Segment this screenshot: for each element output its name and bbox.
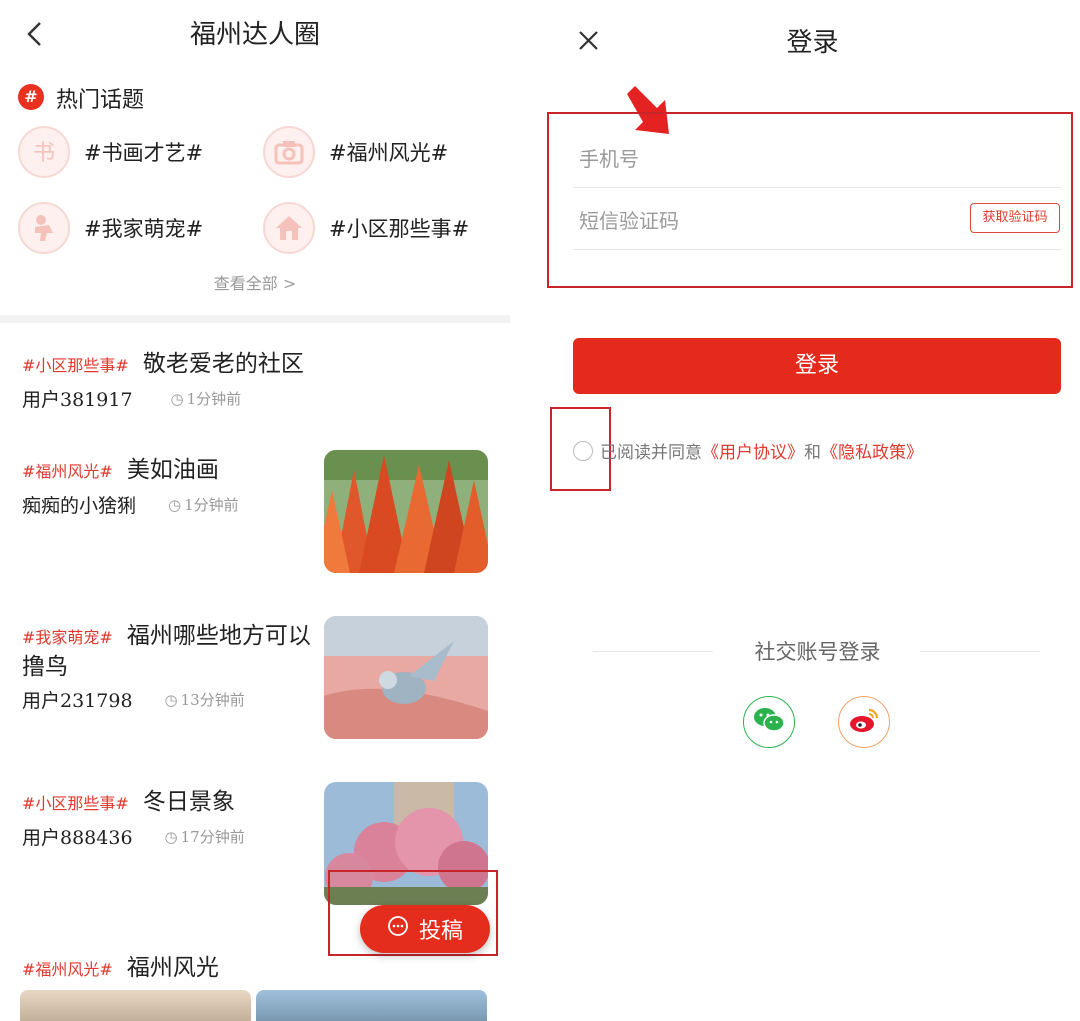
post-time: ◷ 17分钟前 — [164, 827, 245, 847]
topic-scenery[interactable]: #福州风光# — [263, 126, 448, 178]
user-agreement-link[interactable]: 《用户协议》 — [702, 443, 804, 463]
post-time: ◷ 1分钟前 — [170, 389, 242, 409]
wechat-icon — [752, 705, 786, 739]
post-title: 冬日景象 — [142, 789, 235, 815]
get-code-button[interactable]: 获取验证码 — [970, 203, 1060, 233]
topic-label: #小区那些事# — [329, 217, 470, 241]
phone-input[interactable]: 手机号 — [579, 143, 639, 172]
post-title-continued: 撸鸟 — [22, 654, 68, 680]
calligraphy-icon: 书 — [18, 126, 70, 178]
page-title: 福州达人圈 — [189, 20, 320, 50]
post-image[interactable] — [256, 990, 487, 1021]
divider — [573, 187, 1061, 188]
post-image[interactable] — [20, 990, 251, 1021]
topic-neighborhood[interactable]: #小区那些事# — [263, 202, 469, 254]
post-title: 美如油画 — [126, 457, 219, 483]
post-thumbnail-forest[interactable] — [324, 450, 488, 573]
page-title: 登录 — [786, 28, 839, 58]
topic-label: #福州风光# — [329, 141, 449, 165]
post-tag[interactable]: #福州风光# — [22, 956, 113, 980]
post-thumbnail-bird[interactable] — [324, 616, 488, 739]
topic-pets[interactable]: #我家萌宠# — [18, 202, 203, 254]
chat-icon — [387, 915, 409, 943]
hot-topic-icon: # — [18, 84, 44, 110]
post-title: 福州风光 — [126, 955, 219, 981]
list-item[interactable]: #我家萌宠# 福州哪些地方可以 — [22, 616, 311, 650]
post-tag[interactable]: #小区那些事# — [22, 790, 129, 814]
post-meta: 用户381917 ◷ 1分钟前 — [22, 385, 241, 412]
clock-icon: ◷ — [168, 495, 182, 514]
post-tag[interactable]: #小区那些事# — [22, 352, 129, 376]
post-author: 痴痴的小猞猁 — [22, 495, 137, 517]
list-item[interactable]: #小区那些事# 敬老爱老的社区 — [22, 344, 304, 378]
hot-topics-heading: 热门话题 — [56, 88, 145, 113]
post-author: 用户381917 — [22, 389, 133, 411]
pet-icon — [18, 202, 70, 254]
agreement-and: 和 — [804, 443, 821, 463]
submit-post-label: 投稿 — [418, 919, 463, 944]
clock-icon: ◷ — [170, 389, 184, 408]
post-author: 用户888436 — [22, 827, 133, 849]
privacy-policy-link[interactable]: 《隐私政策》 — [821, 443, 923, 463]
list-item[interactable]: #福州风光# 福州风光 — [22, 948, 219, 982]
login-screen: 登录 手机号 短信验证码 获取验证码 登录 已阅读并同意《用户协议》和《隐私政策… — [545, 0, 1080, 1021]
login-button[interactable]: 登录 — [573, 338, 1061, 394]
weibo-login-button[interactable] — [838, 696, 890, 748]
svg-text:书: 书 — [33, 141, 55, 166]
post-author: 用户231798 — [22, 690, 133, 712]
post-meta: 痴痴的小猞猁 ◷ 1分钟前 — [22, 491, 239, 518]
agreement-text: 已阅读并同意《用户协议》和《隐私政策》 — [600, 438, 923, 463]
divider — [573, 249, 1061, 250]
clock-icon: ◷ — [164, 690, 178, 709]
post-time: ◷ 1分钟前 — [168, 495, 239, 515]
submit-post-button[interactable]: 投稿 — [360, 905, 490, 953]
topic-calligraphy[interactable]: 书 #书画才艺# — [18, 126, 203, 178]
list-item[interactable]: #福州风光# 美如油画 — [22, 450, 219, 484]
topic-label: #我家萌宠# — [84, 217, 204, 241]
post-title: 福州哪些地方可以 — [126, 623, 311, 649]
topic-label: #书画才艺# — [84, 141, 204, 165]
house-icon — [263, 202, 315, 254]
post-time: ◷ 13分钟前 — [164, 690, 245, 710]
camera-icon — [263, 126, 315, 178]
wechat-login-button[interactable] — [743, 696, 795, 748]
annotation-highlight — [547, 112, 1073, 288]
post-title: 敬老爱老的社区 — [142, 351, 304, 377]
clock-icon: ◷ — [164, 827, 178, 846]
agreement-checkbox[interactable] — [573, 441, 593, 461]
list-item[interactable]: #小区那些事# 冬日景象 — [22, 782, 235, 816]
divider — [0, 315, 510, 323]
agreement-prefix: 已阅读并同意 — [600, 443, 702, 463]
post-tag[interactable]: #我家萌宠# — [22, 624, 113, 648]
post-meta: 用户888436 ◷ 17分钟前 — [22, 823, 245, 850]
social-login-heading: 社交账号登录 — [754, 640, 881, 664]
weibo-icon — [847, 705, 881, 739]
sms-code-input[interactable]: 短信验证码 — [579, 205, 679, 234]
view-all-link[interactable]: 查看全部 > — [0, 270, 510, 294]
post-tag[interactable]: #福州风光# — [22, 458, 113, 482]
post-meta: 用户231798 ◷ 13分钟前 — [22, 686, 245, 713]
community-screen: 福州达人圈 # 热门话题 书 #书画才艺# #福州风光# #我家萌宠# #小区那… — [0, 0, 510, 1021]
